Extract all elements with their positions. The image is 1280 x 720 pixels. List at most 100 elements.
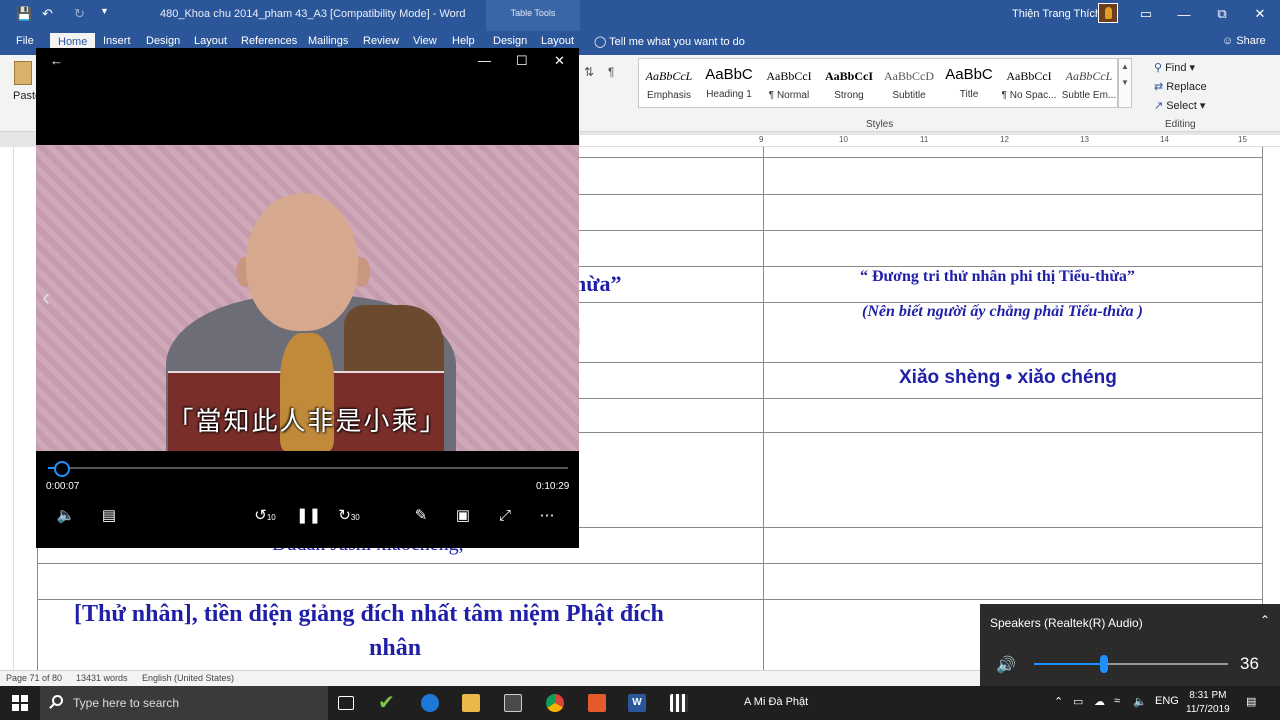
cell-text-right-3: Xiǎo shèng • xiǎo chéng [899,367,1117,388]
vertical-ruler[interactable] [0,147,14,670]
close-icon[interactable]: ✕ [1242,0,1278,28]
rewind-icon: ↺ [254,507,267,524]
restore-icon[interactable]: ⧉ [1204,0,1240,28]
word-title-bar: 💾 ↶ ↻ ▼ 480_Khoa chu 2014_pham 43_A3 [Co… [0,0,1280,55]
wifi-icon[interactable]: ≈ [1114,695,1120,707]
styles-gallery: AaBbCcL Emphasis AaBbC Heading 1 AaBbCcI ¶ … [638,58,1118,108]
taskbar: Type here to search ✔ W A Mi Đà Phật ⌃ ▭… [0,686,1280,720]
minimize-icon[interactable]: — [478,53,491,68]
system-clock[interactable]: 8:31 PM 11/7/2019 [1186,689,1230,717]
save-icon[interactable]: 💾 [16,6,32,22]
skip-forward-button[interactable]: ↻30 [338,505,360,527]
language-status[interactable]: English (United States) [142,673,234,683]
file-explorer-icon[interactable] [462,694,480,712]
fullscreen-icon[interactable]: ⤢ [494,505,516,527]
tab-file[interactable]: File [16,35,34,47]
pilcrow-icon[interactable]: ¶ [608,65,614,79]
previous-arrow-icon[interactable]: ‹ [42,284,50,312]
share-button[interactable]: ☺ Share [1222,35,1266,47]
volume-slider-thumb[interactable] [1099,655,1108,673]
style-subtle-emphasis[interactable]: AaBbCcL Subtle Em... [1059,59,1119,107]
tell-me-label: Tell me what you want to do [609,36,745,48]
windows-start-icon[interactable] [12,695,28,711]
input-language[interactable]: ENG [1155,695,1179,707]
close-icon[interactable]: ✕ [554,53,565,69]
chevron-up-icon[interactable]: ▲ [1121,62,1129,71]
tab-layout[interactable]: Layout [194,35,227,47]
select-button[interactable]: ↗ Select ▾ [1154,99,1205,112]
video-app-icon[interactable] [670,694,688,712]
video-player-window: ← — ☐ ✕ 「當知此人非是小乘」 ‹ 0:00:07 0:10:29 🔈 ▤… [36,48,579,548]
style-emphasis[interactable]: AaBbCcL Emphasis [639,59,699,107]
app-icon[interactable] [588,694,606,712]
notification-icon[interactable]: ▤ [1246,695,1256,708]
style-normal[interactable]: AaBbCcI ¶ Normal [759,59,819,107]
chevron-down-icon[interactable]: ▼ [1121,78,1129,87]
tab-help[interactable]: Help [452,35,475,47]
chevron-up-icon[interactable]: ⌃ [1260,613,1270,627]
minimize-icon[interactable]: — [1166,0,1202,28]
horizontal-ruler[interactable]: 9 10 11 12 13 14 15 [580,135,1280,147]
edge-icon[interactable] [421,694,439,712]
mini-view-icon[interactable]: ▣ [452,505,474,527]
pause-icon[interactable]: ❚❚ [296,505,321,527]
ribbon-display-icon[interactable]: ▭ [1128,0,1164,28]
tab-references[interactable]: References [241,35,297,47]
tab-insert[interactable]: Insert [103,35,131,47]
speaker-tray-icon[interactable]: 🔈 [1133,695,1147,708]
style-no-spacing[interactable]: AaBbCcI ¶ No Spac... [999,59,1059,107]
pen-icon[interactable]: ✎ [410,505,432,527]
more-options-icon[interactable]: ⋯ [536,505,558,527]
tab-review[interactable]: Review [363,35,399,47]
tab-view[interactable]: View [413,35,437,47]
running-window-label[interactable]: A Mi Đà Phật [744,696,808,708]
word-icon[interactable]: W [628,694,646,712]
volume-slider[interactable] [1034,655,1228,673]
task-view-icon[interactable] [338,696,354,710]
ruler-number: 10 [839,135,848,144]
onedrive-icon[interactable]: ☁ [1094,695,1105,708]
taskbar-search[interactable]: Type here to search [40,686,328,720]
tab-table-design[interactable]: Design [493,35,527,47]
speaker-icon[interactable]: 🔊 [996,655,1016,675]
checkmark-app-icon[interactable]: ✔ [378,690,396,714]
find-button[interactable]: ⚲ Find ▾ [1154,61,1195,74]
tab-mailings[interactable]: Mailings [308,35,348,47]
seek-bar[interactable] [48,467,568,469]
avatar[interactable] [1098,3,1118,23]
chrome-icon[interactable] [546,694,564,712]
clock-time: 8:31 PM [1189,690,1227,701]
search-placeholder: Type here to search [73,696,180,710]
styles-scroll[interactable]: ▲ ▼ [1118,58,1132,108]
clock-date: 11/7/2019 [1186,704,1230,715]
tab-design[interactable]: Design [146,35,180,47]
skip-back-button[interactable]: ↺10 [254,505,276,527]
battery-icon[interactable]: ▭ [1073,695,1083,708]
page-count[interactable]: Page 71 of 80 [6,673,62,683]
style-title[interactable]: AaBbC Title [939,59,999,107]
back-arrow-icon[interactable]: ← [50,53,63,68]
word-count[interactable]: 13431 words [76,673,128,683]
audio-device-name[interactable]: Speakers (Realtek(R) Audio) [990,616,1143,630]
style-strong[interactable]: AaBbCcI Strong [819,59,879,107]
captions-icon[interactable]: ▤ [98,505,120,527]
clipboard-icon[interactable] [14,61,32,85]
chevron-up-icon[interactable]: ⌃ [1054,695,1063,708]
tab-table-layout[interactable]: Layout [541,35,574,47]
video-frame[interactable]: 「當知此人非是小乘」 [36,145,579,451]
maximize-icon[interactable]: ☐ [516,53,528,69]
user-name[interactable]: Thiện Trang Thích [1012,8,1101,20]
redo-icon[interactable]: ↻ [74,6,85,22]
undo-icon[interactable]: ↶ [42,6,53,22]
style-subtitle[interactable]: AaBbCcD Subtitle [879,59,939,107]
volume-icon[interactable]: 🔈 [55,505,77,527]
skip-forward-seconds: 30 [350,513,360,522]
video-figure-head [246,193,358,331]
replace-button[interactable]: ⇄ Replace [1154,80,1207,93]
customize-toolbar-icon[interactable]: ▼ [100,6,109,16]
seek-thumb[interactable] [53,461,70,477]
tell-me-search[interactable]: ◯ Tell me what you want to do [594,35,745,48]
sort-icon[interactable]: ⇅ [584,65,594,79]
store-icon[interactable] [504,694,522,712]
style-heading-1[interactable]: AaBbC Heading 1 [699,59,759,107]
